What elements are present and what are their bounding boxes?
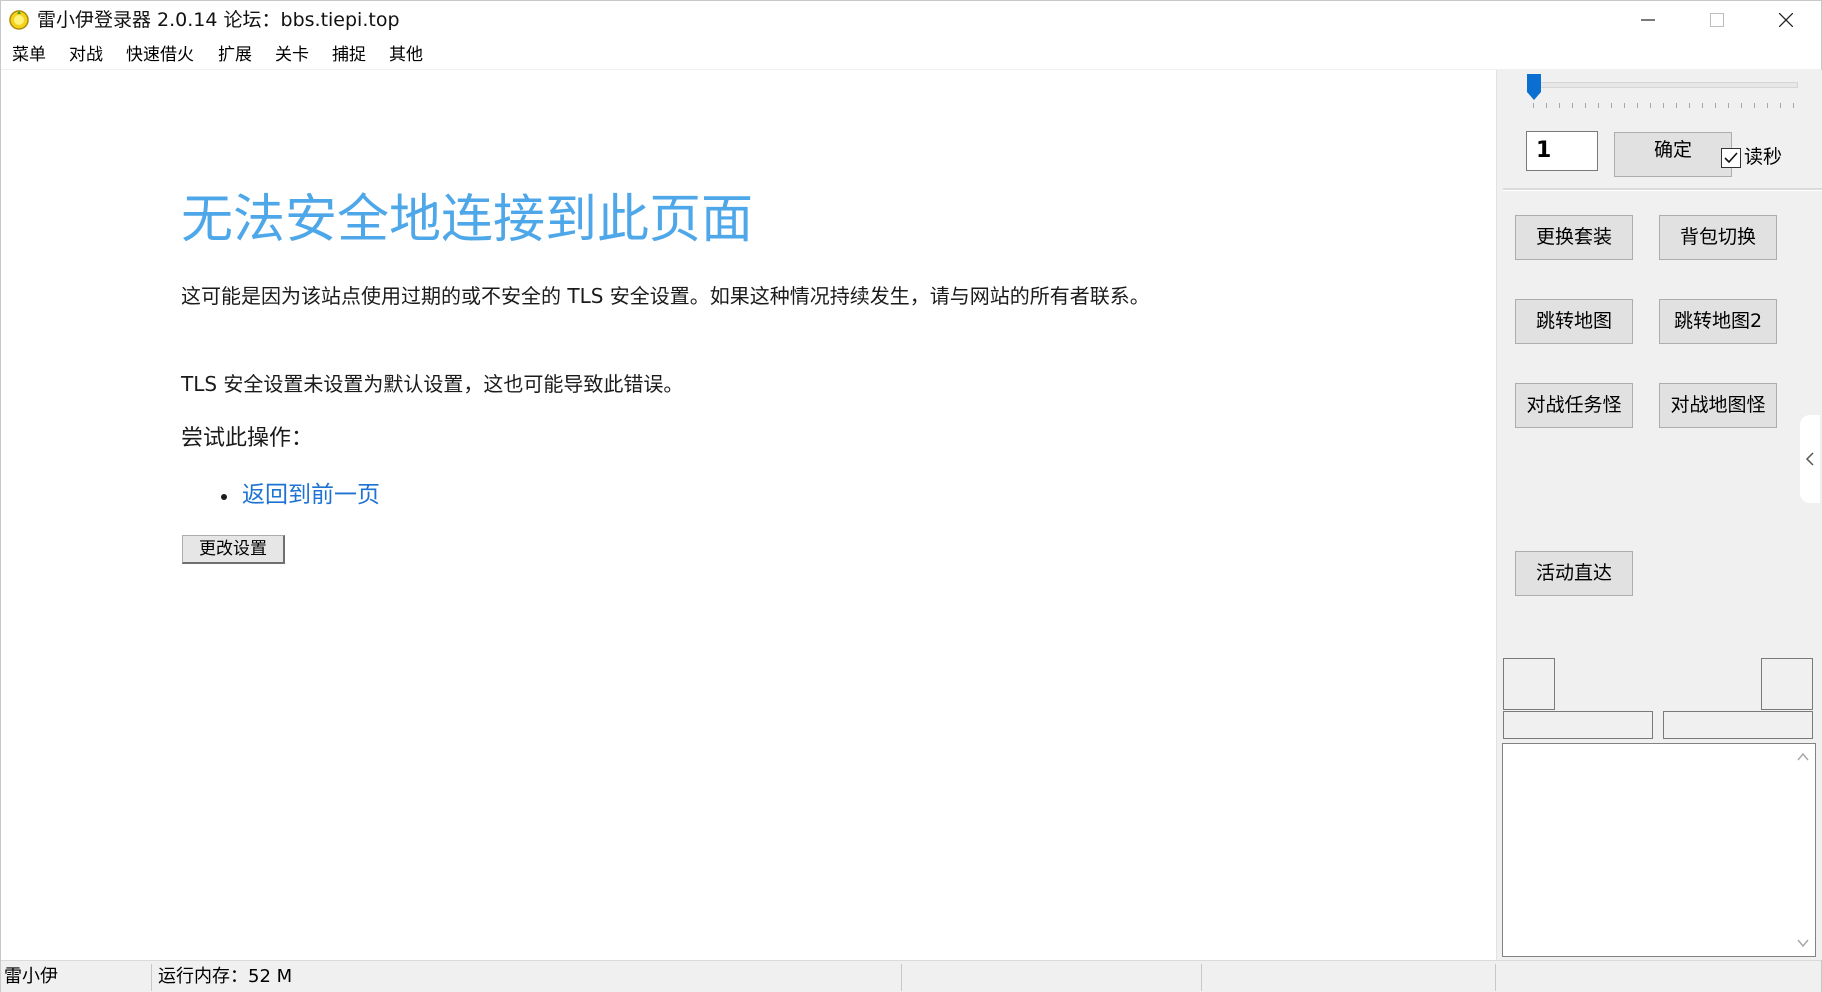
slider-tick bbox=[1663, 103, 1664, 108]
status-divider bbox=[1201, 964, 1202, 991]
slider-ticks bbox=[1533, 103, 1795, 109]
close-icon bbox=[1779, 13, 1793, 27]
back-link[interactable]: 返回到前一页 bbox=[242, 479, 380, 511]
slider-tick bbox=[1611, 103, 1612, 108]
confirm-button[interactable]: 确定 bbox=[1614, 132, 1732, 177]
browser-view: 无法安全地连接到此页面 这可能是因为该站点使用过期的或不安全的 TLS 安全设置… bbox=[1, 70, 1495, 960]
read-seconds-label: 读秒 bbox=[1744, 146, 1783, 168]
menu-item-menu[interactable]: 菜单 bbox=[12, 41, 46, 69]
error-tls-note: TLS 安全设置未设置为默认设置，这也可能导致此错误。 bbox=[181, 372, 684, 396]
minimize-icon bbox=[1641, 19, 1655, 21]
menu-item-battle[interactable]: 对战 bbox=[69, 41, 103, 69]
slider-tick bbox=[1754, 103, 1755, 108]
change-settings-button[interactable]: 更改设置 bbox=[182, 535, 285, 564]
divider bbox=[1503, 188, 1822, 191]
menu-item-level[interactable]: 关卡 bbox=[275, 41, 309, 69]
slider-tick bbox=[1793, 103, 1794, 108]
menu-item-capture[interactable]: 捕捉 bbox=[332, 41, 366, 69]
slider-tick bbox=[1676, 103, 1677, 108]
title-bar: 雷小伊登录器 2.0.14 论坛：bbs.tiepi.top bbox=[1, 1, 1821, 40]
text-box-left bbox=[1503, 711, 1653, 739]
control-panel: 1 确定 读秒 更换套装 背包切换 跳转地图 跳转地图2 对战任务怪 对战地图怪… bbox=[1496, 70, 1822, 960]
status-divider bbox=[151, 964, 152, 991]
slider-tick bbox=[1624, 103, 1625, 108]
slider-tick bbox=[1650, 103, 1651, 108]
minimize-button[interactable] bbox=[1613, 1, 1683, 40]
slider-tick bbox=[1780, 103, 1781, 108]
slider-tick bbox=[1728, 103, 1729, 108]
chevron-left-icon bbox=[1805, 452, 1814, 466]
window-title: 雷小伊登录器 2.0.14 论坛：bbs.tiepi.top bbox=[37, 9, 400, 31]
image-box-right bbox=[1761, 658, 1813, 710]
panel-collapse-tab[interactable] bbox=[1800, 415, 1820, 503]
app-window: 雷小伊登录器 2.0.14 论坛：bbs.tiepi.top 菜单 对战 快速借… bbox=[0, 0, 1822, 992]
activity-direct-button[interactable]: 活动直达 bbox=[1515, 551, 1633, 596]
close-button[interactable] bbox=[1751, 1, 1821, 40]
status-bar: 雷小伊 运行内存：52 M bbox=[1, 960, 1821, 992]
error-title: 无法安全地连接到此页面 bbox=[181, 190, 754, 250]
menu-bar: 菜单 对战 快速借火 扩展 关卡 捕捉 其他 bbox=[1, 41, 1821, 70]
slider-tick bbox=[1715, 103, 1716, 108]
slider-tick bbox=[1741, 103, 1742, 108]
change-outfit-button[interactable]: 更换套装 bbox=[1515, 215, 1633, 260]
jump-map2-button[interactable]: 跳转地图2 bbox=[1659, 299, 1777, 344]
status-divider bbox=[901, 964, 902, 991]
lemon-icon bbox=[8, 8, 30, 30]
count-input[interactable]: 1 bbox=[1526, 131, 1598, 171]
slider-tick bbox=[1559, 103, 1560, 108]
status-divider bbox=[1495, 964, 1496, 991]
menu-item-quick-borrow-fire[interactable]: 快速借火 bbox=[126, 41, 194, 69]
menu-item-extend[interactable]: 扩展 bbox=[218, 41, 252, 69]
checkmark-icon bbox=[1724, 152, 1738, 164]
slider-tick bbox=[1689, 103, 1690, 108]
slider-tick bbox=[1598, 103, 1599, 108]
slider-tick bbox=[1767, 103, 1768, 108]
menu-item-other[interactable]: 其他 bbox=[389, 41, 423, 69]
maximize-button[interactable] bbox=[1682, 1, 1752, 40]
read-seconds-checkbox[interactable] bbox=[1721, 148, 1741, 168]
scroll-up-icon[interactable] bbox=[1797, 752, 1809, 762]
battle-map-monster-button[interactable]: 对战地图怪 bbox=[1659, 383, 1777, 428]
slider-tick bbox=[1572, 103, 1573, 108]
bullet-icon bbox=[221, 494, 227, 500]
bag-switch-button[interactable]: 背包切换 bbox=[1659, 215, 1777, 260]
slider-track[interactable] bbox=[1531, 82, 1798, 88]
log-listbox[interactable] bbox=[1502, 743, 1816, 957]
slider-tick bbox=[1702, 103, 1703, 108]
error-description: 这可能是因为该站点使用过期的或不安全的 TLS 安全设置。如果这种情况持续发生，… bbox=[181, 284, 1150, 308]
slider-tick bbox=[1585, 103, 1586, 108]
jump-map-button[interactable]: 跳转地图 bbox=[1515, 299, 1633, 344]
battle-task-monster-button[interactable]: 对战任务怪 bbox=[1515, 383, 1633, 428]
text-box-right bbox=[1663, 711, 1813, 739]
status-user: 雷小伊 bbox=[4, 966, 58, 987]
maximize-icon bbox=[1710, 13, 1724, 27]
slider-thumb[interactable] bbox=[1527, 74, 1541, 100]
status-memory: 运行内存：52 M bbox=[158, 966, 293, 987]
scroll-down-icon[interactable] bbox=[1797, 938, 1809, 948]
image-box-left bbox=[1503, 658, 1555, 710]
slider-tick bbox=[1637, 103, 1638, 108]
slider-tick bbox=[1533, 103, 1534, 108]
try-heading: 尝试此操作： bbox=[181, 426, 314, 451]
slider-tick bbox=[1546, 103, 1547, 108]
vertical-scrollbar[interactable] bbox=[1791, 744, 1815, 956]
